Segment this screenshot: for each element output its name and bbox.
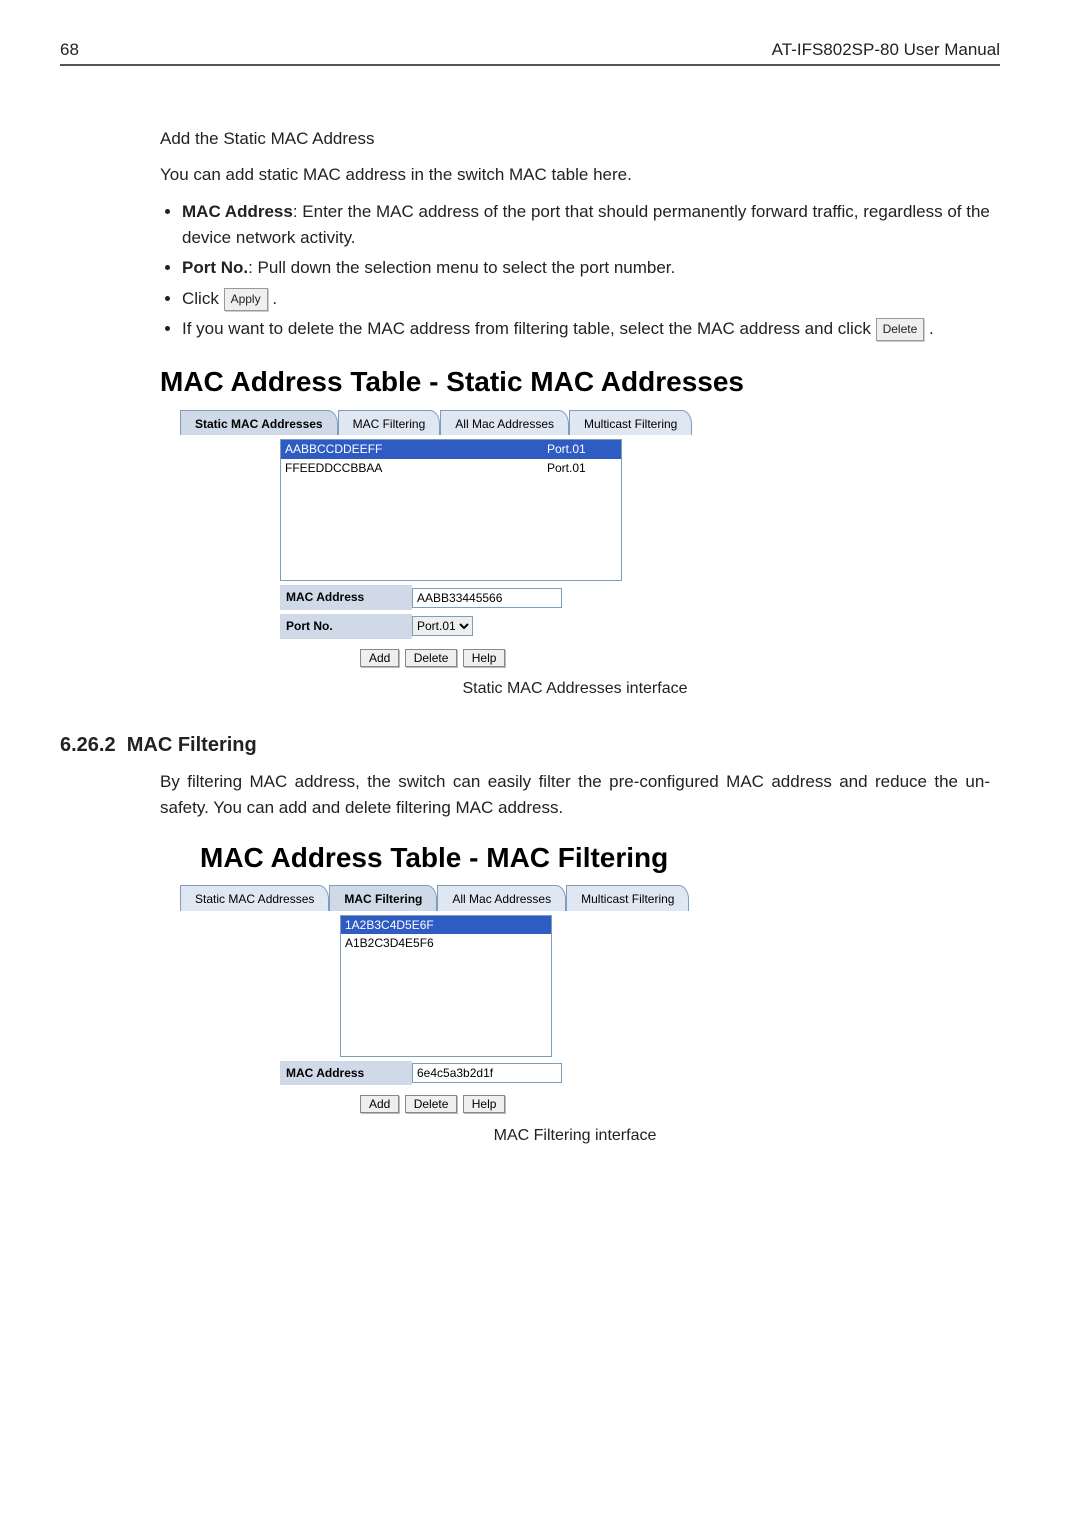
figure2-caption: MAC Filtering interface bbox=[160, 1124, 990, 1149]
tab-mac-filtering[interactable]: MAC Filtering bbox=[329, 885, 437, 911]
help-button[interactable]: Help bbox=[463, 649, 506, 667]
list-port: Port.01 bbox=[537, 459, 617, 478]
list-mac: A1B2C3D4E5F6 bbox=[345, 934, 547, 953]
add-button[interactable]: Add bbox=[360, 649, 399, 667]
mac-address-text: : Enter the MAC address of the port that… bbox=[182, 202, 990, 247]
section-number: 6.26.2 bbox=[60, 734, 116, 756]
bullet-click-apply: Click Apply . bbox=[182, 286, 990, 312]
mac-filter-listbox[interactable]: 1A2B3C4D5E6F A1B2C3D4E5F6 bbox=[340, 915, 552, 1057]
period: . bbox=[272, 289, 277, 308]
delete-text-a: If you want to delete the MAC address fr… bbox=[182, 319, 871, 338]
tab-all-mac[interactable]: All Mac Addresses bbox=[440, 410, 569, 436]
delete-button[interactable]: Delete bbox=[405, 1095, 458, 1113]
list-item[interactable]: 1A2B3C4D5E6F bbox=[341, 916, 551, 935]
bullet-delete: If you want to delete the MAC address fr… bbox=[182, 316, 990, 342]
tab-static-mac[interactable]: Static MAC Addresses bbox=[180, 410, 338, 436]
section-title: MAC Filtering bbox=[127, 734, 257, 756]
figure2-screenshot: Static MAC Addresses MAC Filtering All M… bbox=[180, 885, 990, 1114]
page-header: 68 AT-IFS802SP-80 User Manual bbox=[60, 40, 1000, 66]
mac-address-input[interactable] bbox=[412, 588, 562, 608]
apply-button-inline[interactable]: Apply bbox=[224, 288, 268, 311]
figure1-screenshot: Static MAC Addresses MAC Filtering All M… bbox=[180, 410, 990, 667]
tab-multicast-filtering[interactable]: Multicast Filtering bbox=[569, 410, 692, 436]
delete-button-inline[interactable]: Delete bbox=[876, 318, 925, 341]
list-item[interactable]: AABBCCDDEEFF Port.01 bbox=[281, 440, 621, 459]
port-no-label: Port No. bbox=[182, 258, 248, 277]
add-static-mac-heading: Add the Static MAC Address bbox=[160, 126, 990, 152]
tab-multicast-filtering[interactable]: Multicast Filtering bbox=[566, 885, 689, 911]
static-mac-listbox[interactable]: AABBCCDDEEFF Port.01 FFEEDDCCBBAA Port.0… bbox=[280, 439, 622, 581]
manual-title: AT-IFS802SP-80 User Manual bbox=[772, 40, 1000, 60]
bullet-mac-address: MAC Address: Enter the MAC address of th… bbox=[182, 199, 990, 252]
page-number: 68 bbox=[60, 40, 79, 60]
port-no-field-label: Port No. bbox=[280, 614, 412, 639]
list-mac: AABBCCDDEEFF bbox=[285, 440, 537, 459]
delete-button[interactable]: Delete bbox=[405, 649, 458, 667]
list-mac: 1A2B3C4D5E6F bbox=[345, 916, 547, 935]
port-no-text: : Pull down the selection menu to select… bbox=[248, 258, 675, 277]
instruction-list: MAC Address: Enter the MAC address of th… bbox=[160, 199, 990, 343]
list-port: Port.01 bbox=[537, 440, 617, 459]
figure1-title: MAC Address Table - Static MAC Addresses bbox=[160, 360, 990, 403]
delete-text-b: . bbox=[929, 319, 934, 338]
mac-address-field-label: MAC Address bbox=[280, 585, 412, 610]
list-mac: FFEEDDCCBBAA bbox=[285, 459, 537, 478]
tab-all-mac[interactable]: All Mac Addresses bbox=[437, 885, 566, 911]
add-static-desc: You can add static MAC address in the sw… bbox=[160, 162, 990, 188]
port-no-select[interactable]: Port.01 bbox=[412, 616, 473, 636]
tab-static-mac[interactable]: Static MAC Addresses bbox=[180, 885, 329, 911]
list-item[interactable]: FFEEDDCCBBAA Port.01 bbox=[281, 459, 621, 478]
help-button[interactable]: Help bbox=[463, 1095, 506, 1113]
list-item[interactable]: A1B2C3D4E5F6 bbox=[341, 934, 551, 953]
figure1-caption: Static MAC Addresses interface bbox=[160, 677, 990, 702]
tab-mac-filtering[interactable]: MAC Filtering bbox=[338, 410, 441, 436]
bullet-port-no: Port No.: Pull down the selection menu t… bbox=[182, 255, 990, 281]
section-heading-mac-filtering: 6.26.2 MAC Filtering bbox=[60, 730, 990, 761]
mac-address-label: MAC Address bbox=[182, 202, 293, 221]
add-button[interactable]: Add bbox=[360, 1095, 399, 1113]
mac-address-field-label: MAC Address bbox=[280, 1061, 412, 1086]
mac-filtering-paragraph: By filtering MAC address, the switch can… bbox=[160, 769, 990, 822]
figure2-title: MAC Address Table - MAC Filtering bbox=[160, 836, 990, 879]
click-word: Click bbox=[182, 289, 219, 308]
mac-address-input[interactable] bbox=[412, 1063, 562, 1083]
